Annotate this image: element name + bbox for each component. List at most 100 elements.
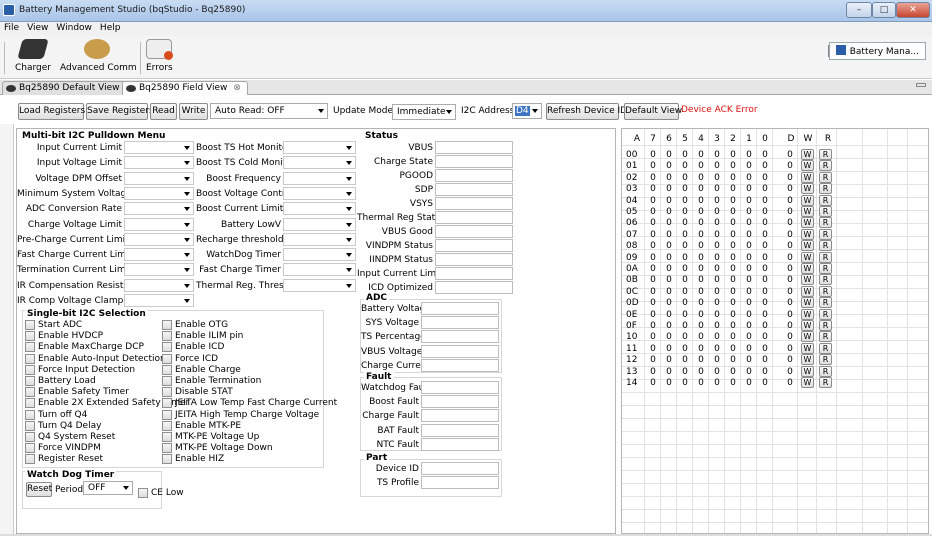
perspective-button[interactable]: Battery Mana... xyxy=(828,42,926,60)
register-read-button[interactable]: R xyxy=(819,263,832,274)
register-read-button[interactable]: R xyxy=(819,217,832,229)
menu-window[interactable]: Window xyxy=(52,22,96,33)
register-read-button[interactable]: R xyxy=(819,251,832,263)
charger-button[interactable]: Charger xyxy=(12,39,54,73)
minimize-view-button[interactable] xyxy=(916,83,926,87)
singlebit-checkbox[interactable]: Register Reset xyxy=(25,454,103,465)
register-read-button[interactable]: R xyxy=(819,354,832,366)
register-read-button[interactable]: R xyxy=(819,308,832,320)
singlebit-checkbox[interactable]: Enable Safety Timer xyxy=(25,387,129,398)
singlebit-checkbox[interactable]: JEITA Low Temp Fast Charge Current xyxy=(162,398,337,409)
menu-help[interactable]: Help xyxy=(96,22,125,33)
auto-read-select[interactable]: Auto Read: OFF xyxy=(210,103,328,119)
menu-view[interactable]: View xyxy=(23,22,52,33)
register-write-button[interactable]: W xyxy=(801,285,814,297)
register-write-button[interactable]: W xyxy=(801,331,814,343)
update-mode-select[interactable]: Immediate xyxy=(392,104,456,120)
singlebit-checkbox[interactable]: Disable STAT xyxy=(162,387,233,398)
multibit-dropdown[interactable] xyxy=(283,171,356,185)
write-button[interactable]: Write xyxy=(179,103,208,120)
advanced-comm-button[interactable]: Advanced Comm xyxy=(60,39,137,73)
multibit-dropdown[interactable] xyxy=(283,186,356,200)
singlebit-checkbox[interactable]: Q4 System Reset xyxy=(25,432,115,442)
register-read-button[interactable]: R xyxy=(819,342,832,354)
register-write-button[interactable]: W xyxy=(801,251,814,263)
multibit-dropdown[interactable] xyxy=(283,263,356,277)
multibit-dropdown[interactable] xyxy=(124,294,194,307)
singlebit-checkbox[interactable]: Force VINDPM xyxy=(25,443,101,454)
register-write-button[interactable]: W xyxy=(801,217,814,229)
register-read-button[interactable]: R xyxy=(819,274,832,286)
register-read-button[interactable]: R xyxy=(819,377,832,388)
tab-field-view[interactable]: Bq25890 Field View ⊗ xyxy=(122,81,248,95)
close-button[interactable]: ✕ xyxy=(896,2,930,18)
multibit-dropdown[interactable] xyxy=(283,248,356,262)
register-write-button[interactable]: W xyxy=(801,160,814,172)
register-write-button[interactable]: W xyxy=(801,342,814,354)
register-read-button[interactable]: R xyxy=(819,160,832,172)
multibit-dropdown[interactable] xyxy=(124,263,194,277)
multibit-dropdown[interactable] xyxy=(283,217,356,231)
singlebit-checkbox[interactable]: Enable OTG xyxy=(162,320,228,330)
register-write-button[interactable]: W xyxy=(801,240,814,252)
register-write-button[interactable]: W xyxy=(801,228,814,240)
singlebit-checkbox[interactable]: Force ICD xyxy=(162,353,218,364)
singlebit-checkbox[interactable]: Enable ILIM pin xyxy=(162,331,243,342)
singlebit-checkbox[interactable]: Enable ICD xyxy=(162,342,224,353)
singlebit-checkbox[interactable]: Turn Q4 Delay xyxy=(25,420,101,431)
read-button[interactable]: Read xyxy=(150,103,177,120)
singlebit-checkbox[interactable]: MTK-PE Voltage Down xyxy=(162,443,273,454)
singlebit-checkbox[interactable]: Enable HIZ xyxy=(162,454,224,465)
singlebit-checkbox[interactable]: JEITA High Temp Charge Voltage xyxy=(162,409,319,420)
menu-file[interactable]: File xyxy=(0,22,23,33)
singlebit-checkbox[interactable]: Enable MTK-PE xyxy=(162,420,241,431)
load-registers-button[interactable]: Load Registers xyxy=(18,103,85,120)
register-read-button[interactable]: R xyxy=(819,320,832,331)
register-read-button[interactable]: R xyxy=(819,240,832,252)
singlebit-checkbox[interactable]: Enable Charge xyxy=(162,364,241,375)
multibit-dropdown[interactable] xyxy=(124,232,194,246)
save-registers-button[interactable]: Save Registers xyxy=(86,103,154,120)
register-read-button[interactable]: R xyxy=(819,331,832,343)
multibit-dropdown[interactable] xyxy=(124,141,194,154)
register-read-button[interactable]: R xyxy=(819,228,832,240)
singlebit-checkbox[interactable]: Enable HVDCP xyxy=(25,331,103,342)
register-write-button[interactable]: W xyxy=(801,206,814,217)
multibit-dropdown[interactable] xyxy=(124,171,194,185)
register-read-button[interactable]: R xyxy=(819,297,832,309)
register-write-button[interactable]: W xyxy=(801,274,814,286)
register-read-button[interactable]: R xyxy=(819,194,832,206)
multibit-dropdown[interactable] xyxy=(124,202,194,216)
multibit-dropdown[interactable] xyxy=(283,278,356,292)
multibit-dropdown[interactable] xyxy=(124,156,194,170)
tab-default-view[interactable]: Bq25890 Default View xyxy=(2,81,127,95)
register-read-button[interactable]: R xyxy=(819,171,832,183)
singlebit-checkbox[interactable]: Enable Auto-Input Detection xyxy=(25,353,166,364)
singlebit-checkbox[interactable]: Enable Termination xyxy=(162,376,261,386)
multibit-dropdown[interactable] xyxy=(124,248,194,262)
multibit-dropdown[interactable] xyxy=(283,141,356,154)
singlebit-checkbox[interactable]: Force Input Detection xyxy=(25,364,135,375)
register-write-button[interactable]: W xyxy=(801,297,814,309)
maximize-button[interactable]: □ xyxy=(872,2,896,18)
register-write-button[interactable]: W xyxy=(801,183,814,195)
register-write-button[interactable]: W xyxy=(801,365,814,377)
register-read-button[interactable]: R xyxy=(819,365,832,377)
singlebit-checkbox[interactable]: Turn off Q4 xyxy=(25,409,87,420)
close-tab-icon[interactable]: ⊗ xyxy=(233,83,241,93)
register-write-button[interactable]: W xyxy=(801,171,814,183)
multibit-dropdown[interactable] xyxy=(283,202,356,216)
multibit-dropdown[interactable] xyxy=(124,278,194,292)
multibit-dropdown[interactable] xyxy=(124,186,194,200)
refresh-device-id-button[interactable]: Refresh Device ID xyxy=(546,103,627,120)
register-read-button[interactable]: R xyxy=(819,285,832,297)
register-read-button[interactable]: R xyxy=(819,149,832,160)
errors-button[interactable]: Errors xyxy=(146,39,173,73)
register-read-button[interactable]: R xyxy=(819,183,832,195)
singlebit-checkbox[interactable]: Battery Load xyxy=(25,376,96,386)
register-write-button[interactable]: W xyxy=(801,320,814,331)
minimize-button[interactable]: – xyxy=(846,2,872,18)
singlebit-checkbox[interactable]: Enable MaxCharge DCP xyxy=(25,342,144,353)
register-read-button[interactable]: R xyxy=(819,206,832,217)
register-write-button[interactable]: W xyxy=(801,377,814,388)
